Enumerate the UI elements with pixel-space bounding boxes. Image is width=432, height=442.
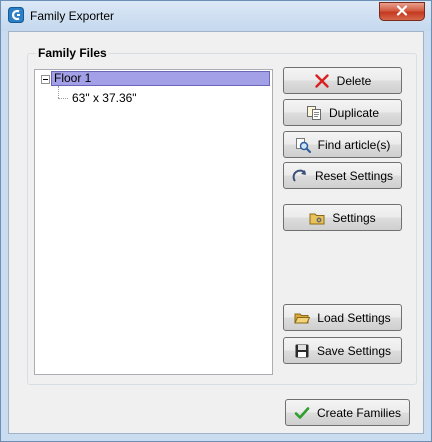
create-families-button[interactable]: Create Families <box>285 399 410 426</box>
reset-settings-label: Reset Settings <box>314 168 394 183</box>
open-folder-icon <box>294 310 311 326</box>
app-logo-icon <box>8 7 24 23</box>
window-title: Family Exporter <box>30 9 115 23</box>
group-label: Family Files <box>36 46 109 60</box>
tree-connector-horizontal <box>58 98 68 99</box>
load-settings-button[interactable]: Load Settings <box>283 304 402 331</box>
magnifier-icon <box>295 137 311 153</box>
find-articles-label: Find article(s) <box>317 137 391 152</box>
save-settings-button[interactable]: Save Settings <box>283 337 402 364</box>
tree-collapse-toggle[interactable] <box>41 75 50 84</box>
reset-settings-button[interactable]: Reset Settings <box>283 162 402 189</box>
duplicate-button[interactable]: Duplicate <box>283 99 402 126</box>
settings-button[interactable]: Settings <box>283 204 402 231</box>
find-articles-button[interactable]: Find article(s) <box>283 131 402 158</box>
settings-folder-icon <box>309 210 325 226</box>
red-x-icon <box>314 73 330 89</box>
dialog-client-area: Family Files Floor 1 63" x 37.36" Delete <box>8 31 424 434</box>
family-exporter-window: Family Exporter Family Files Floor 1 63"… <box>0 0 432 442</box>
floppy-disk-icon <box>294 343 310 359</box>
tree-node-family[interactable]: 63" x 37.36" <box>72 91 137 105</box>
delete-label: Delete <box>336 73 372 88</box>
close-button[interactable] <box>379 2 425 21</box>
reset-arrow-icon <box>292 168 308 184</box>
tree-node-floor[interactable]: Floor 1 <box>51 71 270 86</box>
duplicate-label: Duplicate <box>328 105 380 120</box>
close-icon <box>396 4 408 19</box>
duplicate-icon <box>306 105 322 121</box>
load-settings-label: Load Settings <box>317 310 391 325</box>
green-check-icon <box>294 405 310 421</box>
settings-label: Settings <box>332 210 376 225</box>
tree-connector-vertical <box>58 86 59 98</box>
save-settings-label: Save Settings <box>316 343 392 358</box>
family-files-tree[interactable]: Floor 1 63" x 37.36" <box>34 69 273 375</box>
delete-button[interactable]: Delete <box>283 67 402 94</box>
title-bar[interactable]: Family Exporter <box>1 1 431 31</box>
create-families-label: Create Families <box>316 405 402 420</box>
